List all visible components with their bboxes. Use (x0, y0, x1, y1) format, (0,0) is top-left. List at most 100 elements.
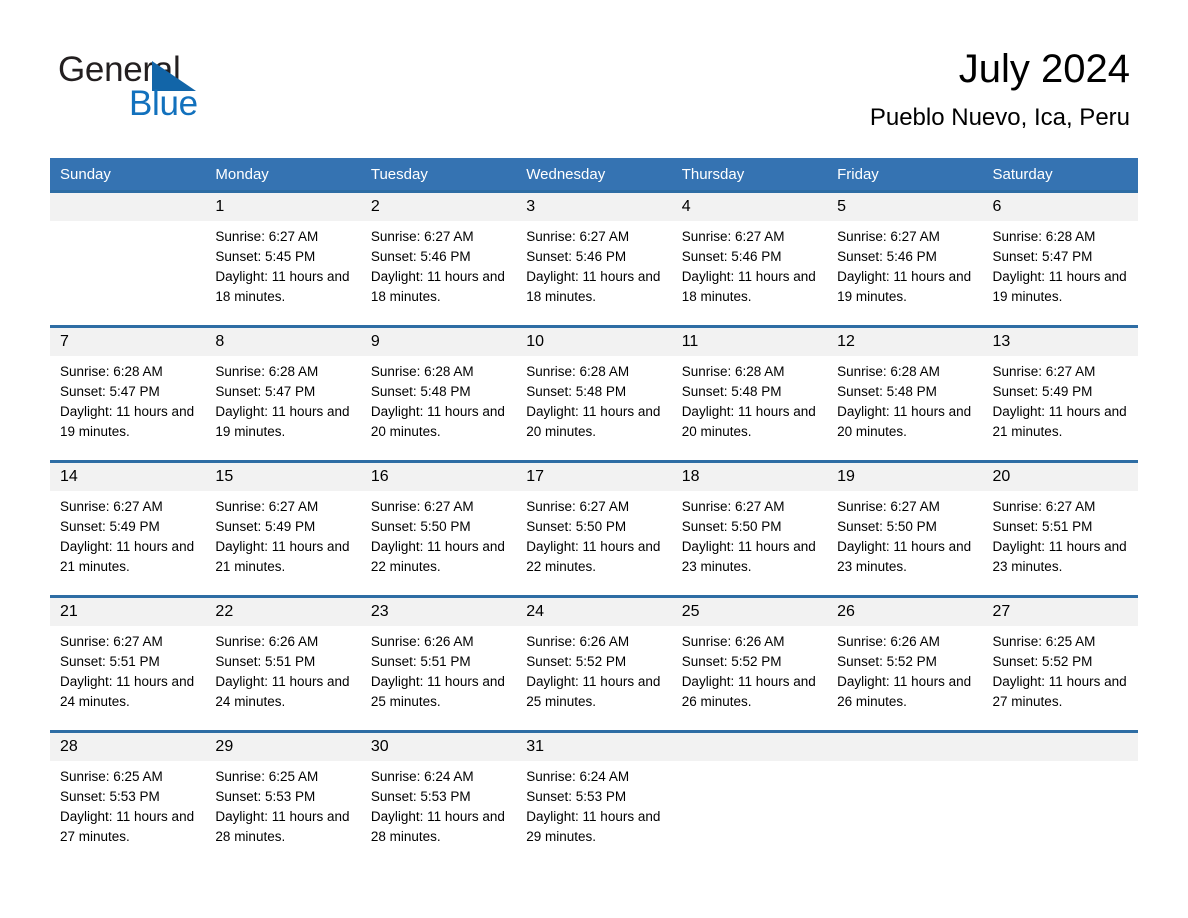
day-number-band: 28 (50, 733, 206, 761)
sunrise-text: Sunrise: 6:27 AM (837, 499, 940, 514)
day-number: 31 (526, 738, 545, 755)
sunset-text: Sunset: 5:47 PM (215, 384, 316, 399)
calendar-day-cell[interactable]: 4 Sunrise: 6:27 AM Sunset: 5:46 PM Daylight… (671, 193, 828, 325)
day-number: 8 (215, 333, 225, 350)
day-number: 4 (681, 198, 691, 215)
day-details: Sunrise: 6:28 AM Sunset: 5:48 PM Daylight:… (361, 356, 516, 442)
calendar-day-cell[interactable]: 6 Sunrise: 6:28 AM Sunset: 5:47 PM Daylight… (982, 193, 1138, 325)
daylight-text: Daylight: 11 hours and 19 minutes. (60, 404, 195, 439)
sunset-text: Sunset: 5:47 PM (60, 384, 160, 399)
calendar-day-cell[interactable]: 9 Sunrise: 6:28 AM Sunset: 5:48 PM Daylight… (360, 328, 517, 460)
calendar-day-cell[interactable]: 25 Sunrise: 6:26 AM Sunset: 5:52 PM Dayligh… (671, 598, 828, 730)
calendar-day-cell[interactable]: 18 Sunrise: 6:27 AM Sunset: 5:50 PM Dayligh… (671, 463, 828, 595)
calendar-day-cell[interactable]: 28 Sunrise: 6:25 AM Sunset: 5:53 PM Dayligh… (50, 733, 206, 865)
sunrise-text: Sunrise: 6:27 AM (526, 499, 630, 514)
sunrise-text: Sunrise: 6:27 AM (681, 229, 785, 244)
sunset-text: Sunset: 5:48 PM (370, 384, 471, 399)
day-number-band: 20 (982, 463, 1138, 491)
calendar-day-cell[interactable]: 17 Sunrise: 6:27 AM Sunset: 5:50 PM Dayligh… (516, 463, 672, 595)
calendar-day-cell[interactable]: 7 Sunrise: 6:28 AM Sunset: 5:47 PM Daylight… (50, 328, 206, 460)
day-number: 19 (837, 468, 855, 485)
day-details: Sunrise: 6:28 AM Sunset: 5:48 PM Daylight:… (672, 356, 827, 442)
day-number-band: 31 (516, 733, 672, 761)
sunset-text: Sunset: 5:48 PM (837, 384, 937, 399)
sunset-text: Sunset: 5:51 PM (370, 654, 471, 669)
sunrise-text: Sunrise: 6:26 AM (526, 634, 630, 649)
sunrise-text: Sunrise: 6:28 AM (526, 364, 630, 379)
sunset-text: Sunset: 5:45 PM (215, 249, 316, 264)
sunrise-text: Sunrise: 6:27 AM (992, 499, 1096, 514)
calendar-day-cell[interactable]: 21 Sunrise: 6:27 AM Sunset: 5:51 PM Dayligh… (50, 598, 206, 730)
day-details: Sunrise: 6:24 AM Sunset: 5:53 PM Daylight:… (516, 761, 671, 847)
calendar-day-cell[interactable]: 23 Sunrise: 6:26 AM Sunset: 5:51 PM Dayligh… (360, 598, 517, 730)
daylight-text: Daylight: 11 hours and 25 minutes. (526, 674, 661, 709)
calendar-day-cell[interactable]: 13 Sunrise: 6:27 AM Sunset: 5:49 PM Dayligh… (982, 328, 1138, 460)
day-number: 7 (60, 333, 69, 350)
sunrise-text: Sunrise: 6:27 AM (681, 499, 785, 514)
sunset-text: Sunset: 5:48 PM (526, 384, 627, 399)
sunset-text: Sunset: 5:50 PM (837, 519, 937, 534)
day-number: 18 (681, 468, 700, 485)
calendar-day-cell[interactable]: 16 Sunrise: 6:27 AM Sunset: 5:50 PM Dayligh… (360, 463, 517, 595)
sunset-text: Sunset: 5:51 PM (992, 519, 1093, 534)
day-number-band: 3 (516, 193, 672, 221)
calendar-day-cell[interactable]: 22 Sunrise: 6:26 AM Sunset: 5:51 PM Dayligh… (205, 598, 361, 730)
daylight-text: Daylight: 11 hours and 21 minutes. (60, 539, 195, 574)
day-number: 24 (526, 603, 545, 620)
sunrise-text: Sunrise: 6:28 AM (370, 364, 474, 379)
calendar-day-cell[interactable]: 27 Sunrise: 6:25 AM Sunset: 5:52 PM Dayligh… (982, 598, 1138, 730)
calendar-day-cell[interactable]: 30 Sunrise: 6:24 AM Sunset: 5:53 PM Dayligh… (360, 733, 517, 865)
calendar-day-cell[interactable]: 12 Sunrise: 6:28 AM Sunset: 5:48 PM Dayligh… (827, 328, 983, 460)
calendar-day-cell[interactable]: 8 Sunrise: 6:28 AM Sunset: 5:47 PM Daylight… (205, 328, 361, 460)
calendar-day-cell[interactable]: 11 Sunrise: 6:28 AM Sunset: 5:48 PM Dayligh… (671, 328, 828, 460)
calendar-day-cell[interactable]: 26 Sunrise: 6:26 AM Sunset: 5:52 PM Dayligh… (827, 598, 983, 730)
day-number: 17 (526, 468, 545, 485)
sunset-text: Sunset: 5:49 PM (60, 519, 160, 534)
calendar-day-cell[interactable]: 2 Sunrise: 6:27 AM Sunset: 5:46 PM Daylight… (360, 193, 517, 325)
day-number: 29 (215, 738, 234, 755)
day-details: Sunrise: 6:26 AM Sunset: 5:51 PM Daylight:… (205, 626, 360, 712)
day-details: Sunrise: 6:28 AM Sunset: 5:47 PM Daylight:… (205, 356, 360, 442)
sunrise-text: Sunrise: 6:24 AM (370, 769, 474, 784)
day-number-band (827, 733, 983, 761)
day-details: Sunrise: 6:27 AM Sunset: 5:49 PM Daylight:… (205, 491, 360, 577)
day-number-band: 25 (671, 598, 828, 626)
daylight-text: Daylight: 11 hours and 28 minutes. (370, 809, 505, 844)
calendar-day-cell[interactable]: 10 Sunrise: 6:28 AM Sunset: 5:48 PM Dayligh… (516, 328, 672, 460)
sunrise-text: Sunrise: 6:28 AM (681, 364, 785, 379)
calendar-day-cell[interactable]: 31 Sunrise: 6:24 AM Sunset: 5:53 PM Dayligh… (516, 733, 672, 865)
day-number-band: 5 (827, 193, 983, 221)
day-details: Sunrise: 6:27 AM Sunset: 5:50 PM Daylight:… (516, 491, 671, 577)
calendar-day-cell[interactable]: 19 Sunrise: 6:27 AM Sunset: 5:50 PM Dayligh… (827, 463, 983, 595)
sunrise-text: Sunrise: 6:26 AM (215, 634, 319, 649)
calendar-day-cell[interactable]: 1 Sunrise: 6:27 AM Sunset: 5:45 PM Daylight… (205, 193, 361, 325)
calendar-day-cell[interactable]: 14 Sunrise: 6:27 AM Sunset: 5:49 PM Dayligh… (50, 463, 206, 595)
sunset-text: Sunset: 5:53 PM (370, 789, 471, 804)
sunset-text: Sunset: 5:50 PM (681, 519, 782, 534)
day-details: Sunrise: 6:27 AM Sunset: 5:46 PM Daylight:… (827, 221, 982, 307)
calendar-body: 1 Sunrise: 6:27 AM Sunset: 5:45 PM Daylight… (50, 190, 1138, 865)
brand-logo-blue-text: Blue (129, 84, 198, 123)
daylight-text: Daylight: 11 hours and 18 minutes. (526, 269, 661, 304)
calendar-day-cell[interactable]: 24 Sunrise: 6:26 AM Sunset: 5:52 PM Dayligh… (516, 598, 672, 730)
weekday-header-friday: Friday (827, 158, 983, 192)
day-details: Sunrise: 6:24 AM Sunset: 5:53 PM Daylight:… (361, 761, 516, 847)
day-details: Sunrise: 6:28 AM Sunset: 5:47 PM Daylight:… (50, 356, 205, 442)
calendar-day-cell[interactable]: 20 Sunrise: 6:27 AM Sunset: 5:51 PM Dayligh… (982, 463, 1138, 595)
sunset-text: Sunset: 5:50 PM (526, 519, 627, 534)
calendar-day-cell[interactable]: 5 Sunrise: 6:27 AM Sunset: 5:46 PM Daylight… (827, 193, 983, 325)
sunset-text: Sunset: 5:52 PM (837, 654, 937, 669)
daylight-text: Daylight: 11 hours and 26 minutes. (681, 674, 816, 709)
calendar-day-cell[interactable]: 3 Sunrise: 6:27 AM Sunset: 5:46 PM Daylight… (516, 193, 672, 325)
daylight-text: Daylight: 11 hours and 23 minutes. (681, 539, 816, 574)
brand-logo[interactable]: General Blue (58, 50, 318, 130)
day-number-band: 9 (360, 328, 517, 356)
day-number-band (671, 733, 828, 761)
page-header: General Blue July 2024 Pueblo Nuevo, Ica… (0, 0, 1188, 158)
daylight-text: Daylight: 11 hours and 19 minutes. (215, 404, 350, 439)
calendar-day-cell[interactable]: 29 Sunrise: 6:25 AM Sunset: 5:53 PM Dayligh… (205, 733, 361, 865)
day-number: 2 (370, 198, 380, 215)
day-details: Sunrise: 6:27 AM Sunset: 5:49 PM Daylight:… (50, 491, 205, 577)
day-number: 23 (370, 603, 389, 620)
calendar-day-cell[interactable]: 15 Sunrise: 6:27 AM Sunset: 5:49 PM Dayligh… (205, 463, 361, 595)
